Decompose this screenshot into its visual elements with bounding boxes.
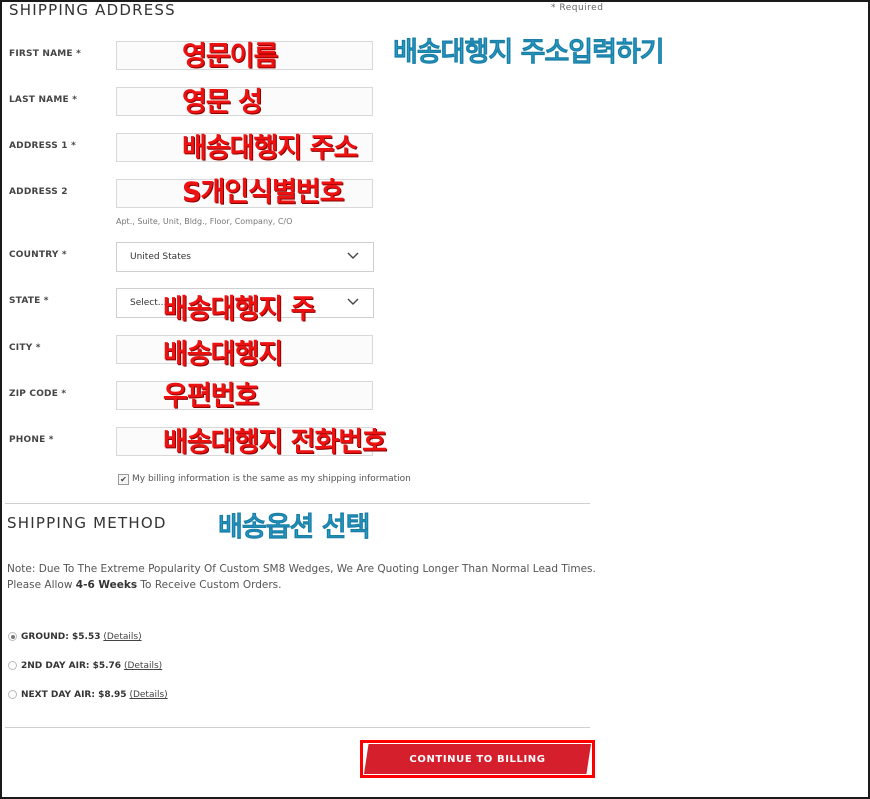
section-divider xyxy=(5,727,590,728)
address1-label: ADDRESS 1 * xyxy=(9,141,76,151)
next-day-air-option-label: NEXT DAY AIR: $8.95 xyxy=(21,690,127,700)
annotation-first-name: 영문이름 xyxy=(182,41,278,72)
zip-label: ZIP CODE * xyxy=(9,389,67,399)
annotation-state: 배송대행지 주 xyxy=(163,294,315,325)
note-line-2-pre: Please Allow xyxy=(7,579,76,591)
first-name-label: FIRST NAME * xyxy=(9,49,82,59)
address2-label: ADDRESS 2 xyxy=(9,187,68,197)
next-day-air-option[interactable]: NEXT DAY AIR: $8.95 (Details) xyxy=(21,690,168,700)
2nd-day-air-details-link[interactable]: (Details) xyxy=(124,661,162,671)
note-line-1: Note: Due To The Extreme Popularity Of C… xyxy=(7,563,596,575)
billing-same-label: My billing information is the same as my… xyxy=(132,474,411,484)
annotation-zip: 우편번호 xyxy=(163,381,259,412)
address2-hint: Apt., Suite, Unit, Bldg., Floor, Company… xyxy=(116,217,293,226)
billing-same-checkbox[interactable]: ✔ xyxy=(118,474,129,485)
country-value: United States xyxy=(130,252,191,262)
lead-time-note: Note: Due To The Extreme Popularity Of C… xyxy=(7,561,597,593)
chevron-down-icon xyxy=(347,298,359,305)
shipping-method-title: SHIPPING METHOD xyxy=(7,514,167,532)
ground-details-link[interactable]: (Details) xyxy=(103,632,141,642)
note-line-2-post: To Receive Custom Orders. xyxy=(137,579,282,591)
2nd-day-air-option-label: 2ND DAY AIR: $5.76 xyxy=(21,661,122,671)
annotation-address-heading: 배송대행지 주소입력하기 xyxy=(393,37,665,69)
required-note: * Required xyxy=(551,3,604,13)
ground-option-label: GROUND: $5.53 xyxy=(21,632,101,642)
annotation-last-name: 영문 성 xyxy=(182,87,263,118)
2nd-day-air-option[interactable]: 2ND DAY AIR: $5.76 (Details) xyxy=(21,661,162,671)
chevron-down-icon xyxy=(347,252,359,259)
phone-label: PHONE * xyxy=(9,435,54,445)
annotation-phone: 배송대행지 전화번호 xyxy=(163,427,387,458)
next-day-air-details-link[interactable]: (Details) xyxy=(129,690,167,700)
state-label: STATE * xyxy=(9,296,49,306)
next-day-air-radio[interactable] xyxy=(8,690,17,699)
2nd-day-air-radio[interactable] xyxy=(8,661,17,670)
state-value: Select... xyxy=(130,298,167,308)
ground-radio[interactable] xyxy=(8,632,17,641)
annotation-method-heading: 배송옵션 선택 xyxy=(218,512,371,544)
note-line-2: Please Allow 4-6 Weeks To Receive Custom… xyxy=(7,577,597,593)
country-select[interactable]: United States xyxy=(116,242,374,272)
shipping-address-title: SHIPPING ADDRESS xyxy=(9,1,176,19)
ground-option[interactable]: GROUND: $5.53 (Details) xyxy=(21,632,142,642)
last-name-label: LAST NAME * xyxy=(9,95,78,105)
country-label: COUNTRY * xyxy=(9,250,67,260)
annotation-address2: S개인식별번호 xyxy=(182,177,344,208)
annotation-city: 배송대행지 xyxy=(163,339,283,370)
annotation-address1: 배송대행지 주소 xyxy=(182,133,358,164)
note-line-2-bold: 4-6 Weeks xyxy=(75,579,138,591)
section-divider xyxy=(5,503,590,504)
city-label: CITY * xyxy=(9,343,41,353)
continue-to-billing-button[interactable]: CONTINUE TO BILLING xyxy=(364,744,591,774)
